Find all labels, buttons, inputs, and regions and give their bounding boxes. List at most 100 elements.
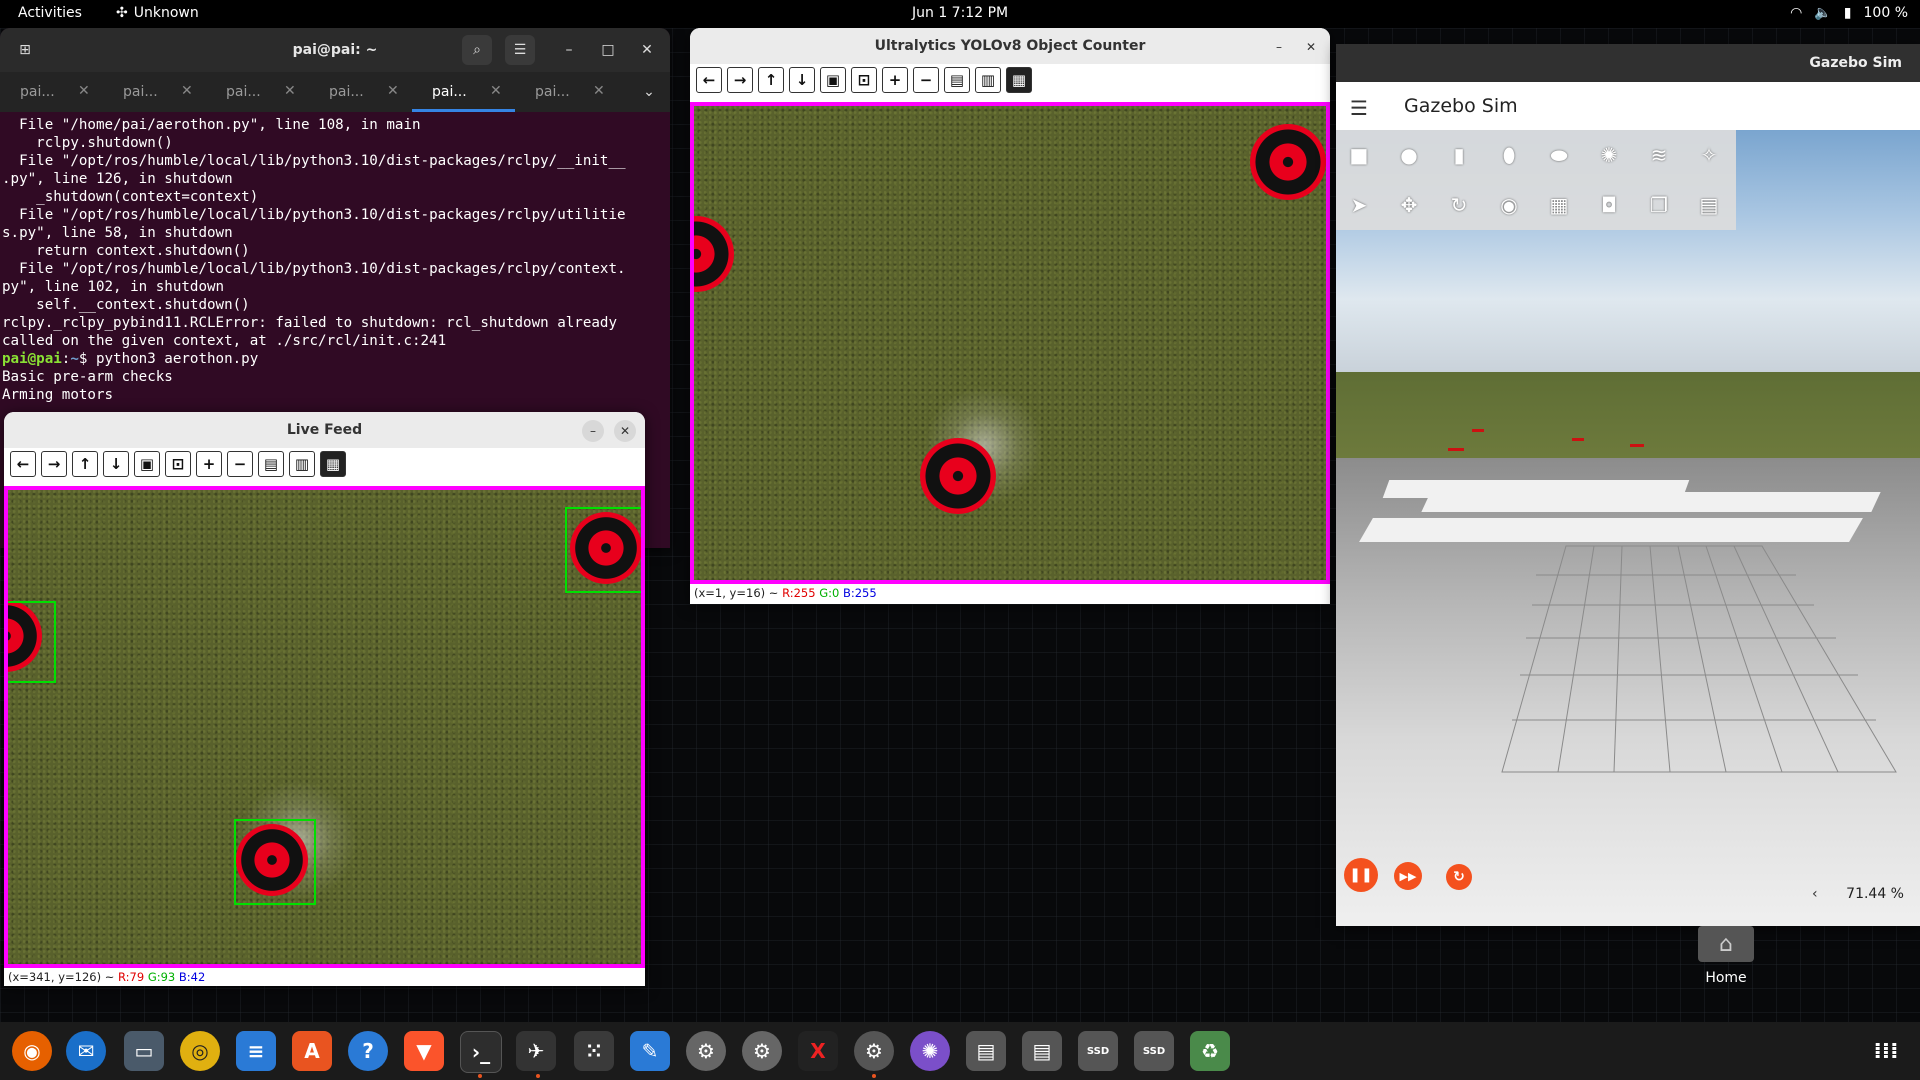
close-icon[interactable]: ✕ bbox=[614, 420, 636, 442]
settings-icon[interactable]: ⚙ bbox=[742, 1031, 782, 1071]
ssd-drive-icon[interactable]: SSD bbox=[1134, 1031, 1174, 1071]
close-icon[interactable]: ✕ bbox=[632, 35, 662, 65]
show-apps-icon[interactable]: ⁞⁞⁞ bbox=[1866, 1031, 1906, 1071]
help-icon[interactable]: ? bbox=[348, 1031, 388, 1071]
tabs-dropdown-icon[interactable]: ⌄ bbox=[634, 77, 664, 107]
home-folder-icon[interactable]: ⌂ bbox=[1698, 926, 1754, 962]
step-forward-button[interactable]: ▶▶ bbox=[1394, 862, 1422, 890]
pan-left-icon[interactable]: ← bbox=[696, 67, 722, 93]
terminal-tab-active[interactable]: pai... ✕ bbox=[412, 72, 515, 112]
zoom-fit-icon[interactable]: ⊡ bbox=[851, 67, 877, 93]
thunderbird-icon[interactable]: ✉ bbox=[66, 1031, 106, 1071]
gazebo-dock-icon[interactable]: ⚙ bbox=[854, 1031, 894, 1071]
view-angle-icon[interactable]: ◉ bbox=[1496, 192, 1522, 218]
zoom-fit-icon[interactable]: ⊡ bbox=[165, 451, 191, 477]
screenshot-icon[interactable]: ◘ bbox=[1596, 192, 1622, 218]
reset-button[interactable]: ↻ bbox=[1446, 864, 1472, 890]
activities-button[interactable]: Activities bbox=[18, 5, 82, 21]
pan-up-icon[interactable]: ↑ bbox=[72, 451, 98, 477]
hamburger-menu-icon[interactable]: ☰ bbox=[1350, 96, 1368, 120]
clock[interactable]: Jun 1 7:12 PM bbox=[912, 5, 1008, 21]
pan-right-icon[interactable]: → bbox=[727, 67, 753, 93]
files-icon[interactable]: ▭ bbox=[124, 1031, 164, 1071]
close-tab-icon[interactable]: ✕ bbox=[78, 83, 90, 99]
pan-down-icon[interactable]: ↓ bbox=[789, 67, 815, 93]
terminal-icon[interactable]: ›_ bbox=[460, 1031, 502, 1073]
close-tab-icon[interactable]: ✕ bbox=[490, 83, 502, 99]
select-icon[interactable]: ➤ bbox=[1346, 192, 1372, 218]
terminal-tab[interactable]: pai... ✕ bbox=[0, 72, 103, 112]
terminal-tab[interactable]: pai... ✕ bbox=[206, 72, 309, 112]
save-icon[interactable]: ▤ bbox=[944, 67, 970, 93]
zoom-out-icon[interactable]: − bbox=[227, 451, 253, 477]
save-icon[interactable]: ▤ bbox=[258, 451, 284, 477]
drive-icon[interactable]: ▤ bbox=[1022, 1031, 1062, 1071]
terminal-line: return context.shutdown() bbox=[2, 243, 250, 259]
zoom-out-icon[interactable]: − bbox=[913, 67, 939, 93]
rhythmbox-icon[interactable]: ◎ bbox=[180, 1031, 220, 1071]
copy-icon[interactable]: ❐ bbox=[1646, 192, 1672, 218]
app-grid-icon[interactable]: ⁙ bbox=[574, 1031, 614, 1071]
capsule-shape-icon[interactable]: ⬮ bbox=[1496, 142, 1522, 168]
sphere-shape-icon[interactable]: ● bbox=[1396, 142, 1422, 168]
xlaunch-icon[interactable]: X bbox=[798, 1031, 838, 1071]
chevron-left-icon[interactable]: ‹ bbox=[1812, 886, 1818, 902]
properties-icon[interactable]: ▦ bbox=[320, 451, 346, 477]
terminal-tab[interactable]: pai... ✕ bbox=[309, 72, 412, 112]
counter-image[interactable] bbox=[690, 102, 1330, 584]
minimize-icon[interactable]: – bbox=[1268, 36, 1290, 58]
close-tab-icon[interactable]: ✕ bbox=[387, 83, 399, 99]
box-shape-icon[interactable]: ■ bbox=[1346, 142, 1372, 168]
terminal-tab[interactable]: pai... ✕ bbox=[103, 72, 206, 112]
spot-light-icon[interactable]: ✧ bbox=[1696, 142, 1722, 168]
directional-light-icon[interactable]: ≋ bbox=[1646, 142, 1672, 168]
rotate-icon[interactable]: ↻ bbox=[1446, 192, 1472, 218]
close-tab-icon[interactable]: ✕ bbox=[593, 83, 605, 99]
pan-right-icon[interactable]: → bbox=[41, 451, 67, 477]
copy-icon[interactable]: ▥ bbox=[975, 67, 1001, 93]
system-tray[interactable]: ◠ 🔈 ▮ 100 % bbox=[1790, 5, 1908, 21]
settings-icon[interactable]: ⚙ bbox=[686, 1031, 726, 1071]
brave-icon[interactable]: ▼ bbox=[404, 1031, 444, 1071]
app-center-icon[interactable]: A bbox=[292, 1031, 332, 1071]
close-icon[interactable]: ✕ bbox=[1300, 36, 1322, 58]
zoom-in-icon[interactable]: + bbox=[196, 451, 222, 477]
zoom-image-icon[interactable]: ▣ bbox=[134, 451, 160, 477]
close-tab-icon[interactable]: ✕ bbox=[284, 83, 296, 99]
paste-icon[interactable]: ▤ bbox=[1696, 192, 1722, 218]
drive-icon[interactable]: ▤ bbox=[966, 1031, 1006, 1071]
copy-icon[interactable]: ▥ bbox=[289, 451, 315, 477]
app-indicator[interactable]: ✣ Unknown bbox=[116, 5, 199, 21]
pan-down-icon[interactable]: ↓ bbox=[103, 451, 129, 477]
trash-icon[interactable]: ♻ bbox=[1190, 1031, 1230, 1071]
minimize-icon[interactable]: – bbox=[554, 35, 584, 65]
minimize-icon[interactable]: – bbox=[582, 420, 604, 442]
gazebo-titlebar: Gazebo Sim bbox=[1336, 44, 1920, 82]
text-editor-icon[interactable]: ✎ bbox=[630, 1031, 670, 1071]
close-tab-icon[interactable]: ✕ bbox=[181, 83, 193, 99]
translate-icon[interactable]: ✥ bbox=[1396, 192, 1422, 218]
point-light-icon[interactable]: ✺ bbox=[1596, 142, 1622, 168]
menu-icon[interactable]: ☰ bbox=[505, 35, 535, 65]
network-app-icon[interactable]: ✺ bbox=[910, 1031, 950, 1071]
ssd-drive-icon[interactable]: SSD bbox=[1078, 1031, 1118, 1071]
writer-icon[interactable]: ≡ bbox=[236, 1031, 276, 1071]
maximize-icon[interactable]: □ bbox=[593, 35, 623, 65]
live-feed-image[interactable] bbox=[4, 486, 645, 968]
cylinder-shape-icon[interactable]: ▮ bbox=[1446, 142, 1472, 168]
firefox-icon[interactable]: ◉ bbox=[12, 1031, 52, 1071]
grid-snap-icon[interactable]: ▦ bbox=[1546, 192, 1572, 218]
gazebo-3d-scene[interactable]: ■ ● ▮ ⬮ ⬬ ✺ ≋ ✧ ➤ ✥ ↻ ◉ ▦ ◘ ❐ ▤ ❚❚ ▶▶ ↻ bbox=[1336, 130, 1920, 926]
tab-label: pai... bbox=[329, 84, 364, 100]
pan-up-icon[interactable]: ↑ bbox=[758, 67, 784, 93]
search-icon[interactable]: ⌕ bbox=[462, 35, 492, 65]
zoom-image-icon[interactable]: ▣ bbox=[820, 67, 846, 93]
pan-left-icon[interactable]: ← bbox=[10, 451, 36, 477]
pause-button[interactable]: ❚❚ bbox=[1344, 858, 1378, 892]
zoom-in-icon[interactable]: + bbox=[882, 67, 908, 93]
terminal-output[interactable]: File "/home/pai/aerothon.py", line 108, … bbox=[0, 112, 670, 408]
properties-icon[interactable]: ▦ bbox=[1006, 67, 1032, 93]
qgroundcontrol-icon[interactable]: ✈ bbox=[516, 1031, 556, 1071]
terminal-tab[interactable]: pai... ✕ bbox=[515, 72, 618, 112]
ellipsoid-shape-icon[interactable]: ⬬ bbox=[1546, 142, 1572, 168]
